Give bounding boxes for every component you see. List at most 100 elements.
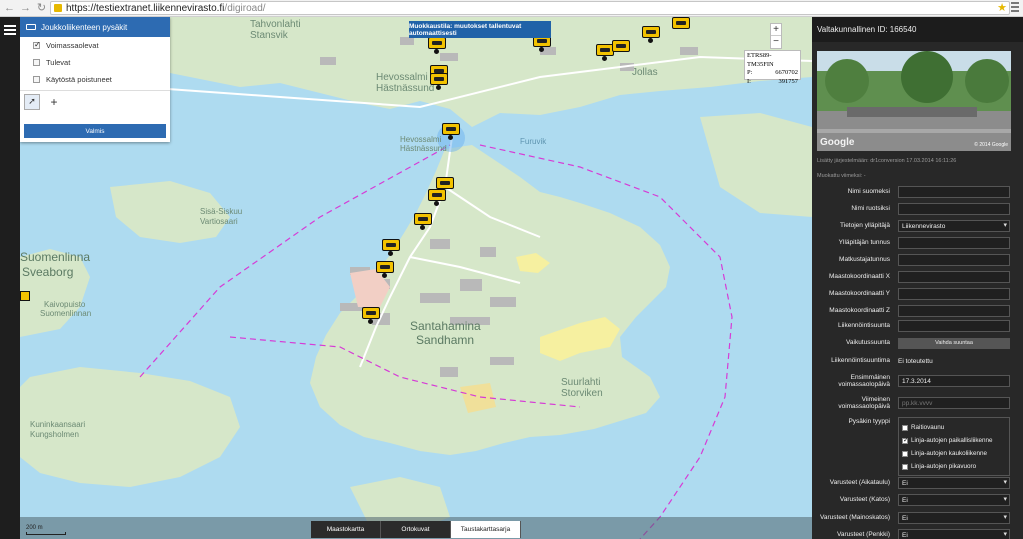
- street-view-image[interactable]: Google © 2014 Google: [817, 51, 1011, 151]
- checkbox-raitiovaunu[interactable]: [902, 424, 908, 431]
- maastokoordinaatti-z-input[interactable]: [898, 305, 1010, 317]
- layer-option-label: Käytöstä poistuneet: [46, 75, 112, 84]
- varusteet-penkki-select[interactable]: Ei: [898, 529, 1010, 539]
- bus-stop-marker[interactable]: [612, 40, 630, 52]
- maastokoordinaatti-x-input[interactable]: [898, 271, 1010, 283]
- maastokoordinaatti-y-input[interactable]: [898, 288, 1010, 300]
- add-tool-button[interactable]: +: [46, 94, 62, 110]
- checkbox-poistuneet[interactable]: [33, 76, 40, 83]
- done-button[interactable]: Valmis: [24, 124, 166, 138]
- forward-icon[interactable]: →: [19, 2, 32, 15]
- bus-stop-marker[interactable]: [642, 26, 660, 38]
- liikennointisuunta-input[interactable]: [898, 320, 1010, 332]
- coord-i-value: 391757: [778, 77, 799, 85]
- field-label: Viimeinen voimassaolopäivä: [838, 395, 890, 411]
- type-option-kaukoliikenne[interactable]: Linja-autojen kaukoliikenne: [902, 447, 1006, 460]
- tools-row: ➚ +: [20, 90, 170, 112]
- back-icon[interactable]: ←: [3, 2, 16, 15]
- coordinate-system: ETRS89-TM35FIN: [747, 52, 774, 68]
- scale-line: [26, 532, 66, 535]
- bus-stop-marker[interactable]: [362, 307, 380, 319]
- layer-option-voimassaolevat[interactable]: Voimassaolevat: [20, 37, 170, 54]
- pysakin-tyyppi-options: Raitiovaunu Linja-autojen paikallisliike…: [898, 417, 1010, 476]
- type-option-paikallisliikenne[interactable]: Linja-autojen paikallisliikenne: [902, 434, 1006, 447]
- map-view[interactable]: Tahvonlahti Stansvik Jollas Hevossalmi H…: [20, 17, 812, 539]
- field-nimi-ruotsiksi: Nimi ruotsiksi: [812, 202, 1023, 216]
- matkustajatunnus-input[interactable]: [898, 254, 1010, 266]
- vaihda-suuntaa-button[interactable]: Vaihda suuntaa: [898, 337, 1010, 349]
- type-option-raitiovaunu[interactable]: Raitiovaunu: [902, 421, 1006, 434]
- coord-p-label: P:: [747, 69, 753, 76]
- type-option-label: Linja-autojen pikavuoro: [911, 463, 977, 470]
- browser-menu-icon[interactable]: [1011, 2, 1019, 12]
- field-label: Pysäkin tyyppi: [848, 418, 890, 426]
- bus-stop-marker[interactable]: [382, 239, 400, 251]
- bus-stop-marker[interactable]: [436, 177, 454, 189]
- tab-maastokartta[interactable]: Maastokartta: [311, 521, 381, 538]
- tab-taustakarttasarja[interactable]: Taustakarttasarja: [451, 521, 521, 538]
- bus-stop-location-dot: [602, 56, 607, 61]
- checkbox-tulevat[interactable]: [33, 59, 40, 66]
- modified-info: Muokattu viimeksi: -: [817, 173, 866, 179]
- tab-ortokuvat[interactable]: Ortokuvat: [381, 521, 451, 538]
- viimeinen-paiva-input[interactable]: pp.kk.vvvv: [898, 397, 1010, 409]
- layer-option-label: Tulevat: [46, 58, 71, 67]
- zoom-out-button[interactable]: −: [771, 36, 781, 48]
- map-label-kuninkaansaari: Kuninkaansaari: [30, 420, 86, 429]
- field-ensimmainen-voimassaolopaiva: Ensimmäinen voimassaolopäivä 17.3.2014: [812, 372, 1023, 390]
- map-label-sisa-siskuu: Sisä-Siskuu: [200, 207, 243, 216]
- checkbox-kaukoliikenne[interactable]: [902, 450, 908, 457]
- hamburger-menu-icon[interactable]: [4, 25, 16, 37]
- yllapitajan-tunnus-input[interactable]: [898, 237, 1010, 249]
- map-edge-marker[interactable]: [20, 291, 30, 301]
- map-label-storviken: Storviken: [561, 388, 603, 399]
- checkbox-pikavuoro[interactable]: [902, 463, 908, 470]
- varusteet-aikataulu-select[interactable]: Ei: [898, 477, 1010, 489]
- bookmark-star-icon[interactable]: ★: [997, 1, 1007, 14]
- bus-stop-marker[interactable]: [430, 73, 448, 85]
- varusteet-mainoskatos-select[interactable]: Ei: [898, 512, 1010, 524]
- select-tool-arrow-icon[interactable]: ➚: [24, 93, 40, 110]
- address-bar[interactable]: https://testiextranet.liikennevirasto.fi…: [50, 1, 1010, 15]
- map-label-kungsholmen: Kungsholmen: [30, 430, 79, 439]
- field-varusteet-mainoskatos: Varusteet (Mainoskatos) Ei: [812, 511, 1023, 525]
- bus-stop-marker[interactable]: [428, 189, 446, 201]
- ensimmainen-paiva-input[interactable]: 17.3.2014: [898, 375, 1010, 387]
- field-maastokoordinaatti-x: Maastokoordinaatti X: [812, 270, 1023, 284]
- field-label: Varusteet (Mainoskatos): [820, 514, 890, 522]
- map-label-sandhamn: Sandhamn: [416, 333, 475, 347]
- left-strip: [0, 17, 20, 539]
- field-liikennointisuuntima: Liikennöintisuuntima Ei toteutettu: [812, 354, 1023, 368]
- type-option-pikavuoro[interactable]: Linja-autojen pikavuoro: [902, 460, 1006, 473]
- bus-stop-marker[interactable]: [376, 261, 394, 273]
- edit-mode-banner: Muokkaustila: muutokset tallentuvat auto…: [409, 21, 551, 38]
- map-label-tahvonlahti: Tahvonlahti: [250, 19, 301, 30]
- bus-stop-location-dot: [434, 201, 439, 206]
- varusteet-katos-select[interactable]: Ei: [898, 494, 1010, 506]
- bus-stop-marker[interactable]: [414, 213, 432, 225]
- tietojen-yllapitaja-select[interactable]: Liikennevirasto: [898, 220, 1010, 232]
- layer-option-poistuneet[interactable]: Käytöstä poistuneet: [20, 71, 170, 88]
- layer-option-label: Voimassaolevat: [46, 41, 99, 50]
- basemap-tabs: Maastokartta Ortokuvat Taustakarttasarja: [311, 521, 521, 538]
- layer-panel-title: Joukkoliikenteen pysäkit: [41, 22, 128, 32]
- lock-icon: [54, 4, 62, 12]
- layer-option-tulevat[interactable]: Tulevat: [20, 54, 170, 71]
- nimi-ruotsiksi-input[interactable]: [898, 203, 1010, 215]
- layer-panel-header[interactable]: Joukkoliikenteen pysäkit: [20, 17, 170, 37]
- selected-bus-stop-marker[interactable]: [442, 123, 460, 135]
- field-label: Ensimmäinen voimassaolopäivä: [838, 373, 890, 389]
- bus-stop-marker[interactable]: [428, 37, 446, 49]
- checkbox-paikallisliikenne[interactable]: [902, 436, 909, 444]
- field-vaikutussuunta: Vaikutussuunta Vaihda suuntaa: [812, 336, 1023, 350]
- bus-stop-marker[interactable]: [672, 17, 690, 29]
- reload-icon[interactable]: ↻: [35, 2, 48, 15]
- field-nimi-suomeksi: Nimi suomeksi: [812, 185, 1023, 199]
- zoom-in-button[interactable]: +: [771, 24, 781, 36]
- nimi-suomeksi-input[interactable]: [898, 186, 1010, 198]
- google-logo: Google: [820, 137, 855, 148]
- field-label: Ylläpitäjän tunnus: [838, 239, 890, 247]
- checkbox-voimassaolevat[interactable]: [33, 40, 41, 49]
- field-label: Tietojen ylläpitäjä: [840, 222, 890, 230]
- field-liikennointisuunta: Liikennöintisuunta: [812, 319, 1023, 333]
